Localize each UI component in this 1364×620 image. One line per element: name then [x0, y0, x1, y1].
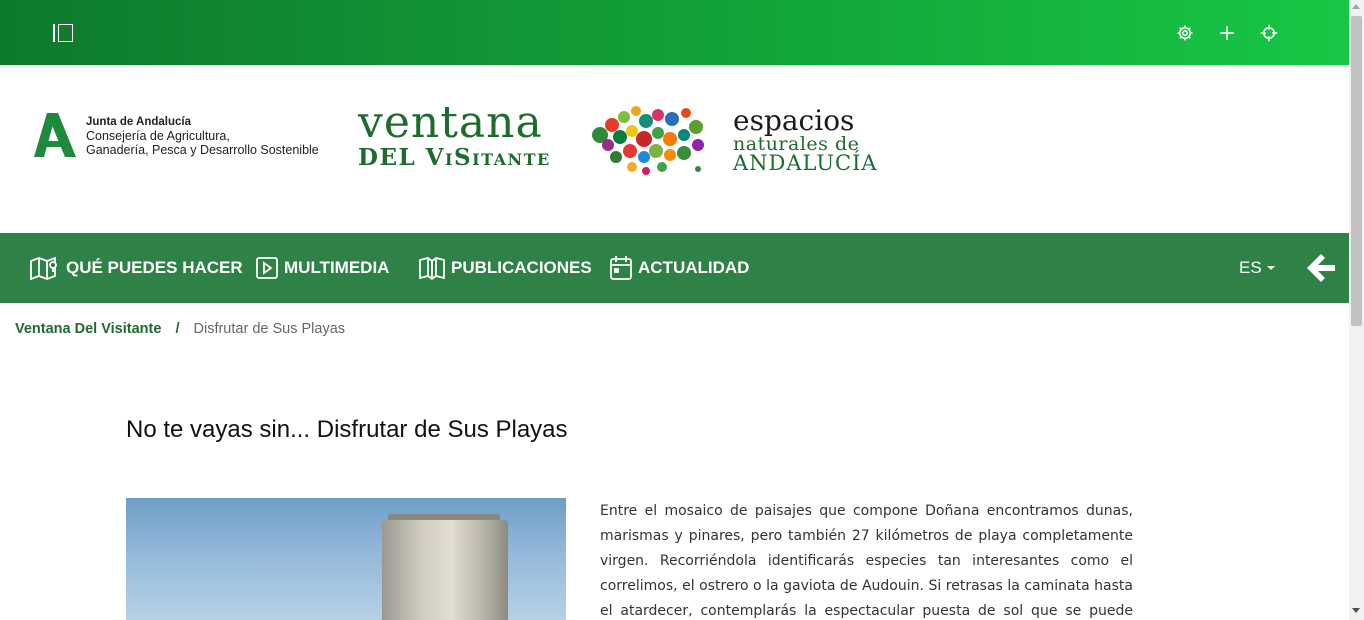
- breadcrumb-separator: /: [175, 321, 180, 337]
- espacios-logo-line1: espacios: [733, 104, 855, 137]
- breadcrumb: Ventana Del Visitante / Disfrutar de Sus…: [15, 321, 345, 337]
- scroll-up-arrow[interactable]: [1352, 4, 1360, 9]
- crosshair-icon[interactable]: [1259, 22, 1279, 44]
- ventana-logo-line1: ventana: [358, 97, 543, 148]
- map-pin-icon: [30, 256, 57, 280]
- nav-label-actualidad: ACTUALIDAD: [638, 258, 750, 277]
- calendar-icon: [610, 256, 632, 280]
- beach-tower-photo: [126, 498, 566, 620]
- nav-label-multimedia: MULTIMEDIA: [284, 258, 390, 277]
- nav-label-publicaciones: PUBLICACIONES: [451, 258, 592, 277]
- article-body: Entre el mosaico de paisajes que compone…: [600, 503, 1133, 619]
- top-icons: [1175, 22, 1279, 44]
- junta-line2: Ganadería, Pesca y Desarrollo Sostenible: [86, 143, 319, 157]
- ventana-logo-line2: DEL ViSitante: [358, 144, 551, 171]
- nav-item-publicaciones[interactable]: PUBLICACIONES: [419, 233, 592, 303]
- top-bar: [0, 0, 1349, 65]
- site-header: Junta de Andalucía Consejería de Agricul…: [0, 65, 1349, 233]
- species-mosaic-logo: [588, 105, 710, 181]
- scrollbar-thumb[interactable]: [1351, 16, 1362, 326]
- page: Junta de Andalucía Consejería de Agricul…: [0, 0, 1349, 620]
- nav-item-actualidad[interactable]: ACTUALIDAD: [610, 233, 749, 303]
- main-nav: QUÉ PUEDES HACER MULTIMEDIA PUBLICACIONE…: [0, 233, 1349, 303]
- nav-label-que-puedes-hacer: QUÉ PUEDES HACER: [66, 258, 243, 277]
- book-icon: [419, 257, 445, 280]
- scroll-down-arrow[interactable]: [1352, 608, 1360, 613]
- arrow-left-icon[interactable]: [1304, 251, 1338, 289]
- junta-title: Junta de Andalucía: [86, 116, 192, 128]
- page-title: No te vayas sin... Disfrutar de Sus Play…: [126, 416, 568, 443]
- gear-icon[interactable]: [1175, 22, 1195, 44]
- nav-item-que-puedes-hacer[interactable]: QUÉ PUEDES HACER: [30, 233, 243, 303]
- espacios-naturales-logo[interactable]: espacios naturales de ANDALUCÍA: [733, 104, 878, 175]
- sidebar-toggle-icon[interactable]: [53, 24, 74, 42]
- junta-andalucia-text: Junta de Andalucía Consejería de Agricul…: [86, 115, 319, 157]
- ventana-visitante-logo[interactable]: ventana DEL ViSitante: [358, 101, 551, 171]
- espacios-logo-line3: ANDALUCÍA: [733, 151, 878, 175]
- junta-andalucia-logo[interactable]: [30, 113, 78, 161]
- breadcrumb-current: Disfrutar de Sus Playas: [193, 321, 346, 337]
- play-icon: [256, 257, 278, 279]
- caret-down-icon: [1266, 266, 1275, 270]
- vertical-scrollbar[interactable]: [1349, 0, 1364, 620]
- breadcrumb-home-link[interactable]: Ventana Del Visitante: [15, 321, 161, 337]
- language-selector[interactable]: ES: [1239, 233, 1276, 303]
- nav-item-multimedia[interactable]: MULTIMEDIA: [256, 233, 389, 303]
- junta-line1: Consejería de Agricultura,: [86, 129, 230, 143]
- plus-icon[interactable]: [1217, 22, 1237, 44]
- language-label: ES: [1239, 258, 1262, 277]
